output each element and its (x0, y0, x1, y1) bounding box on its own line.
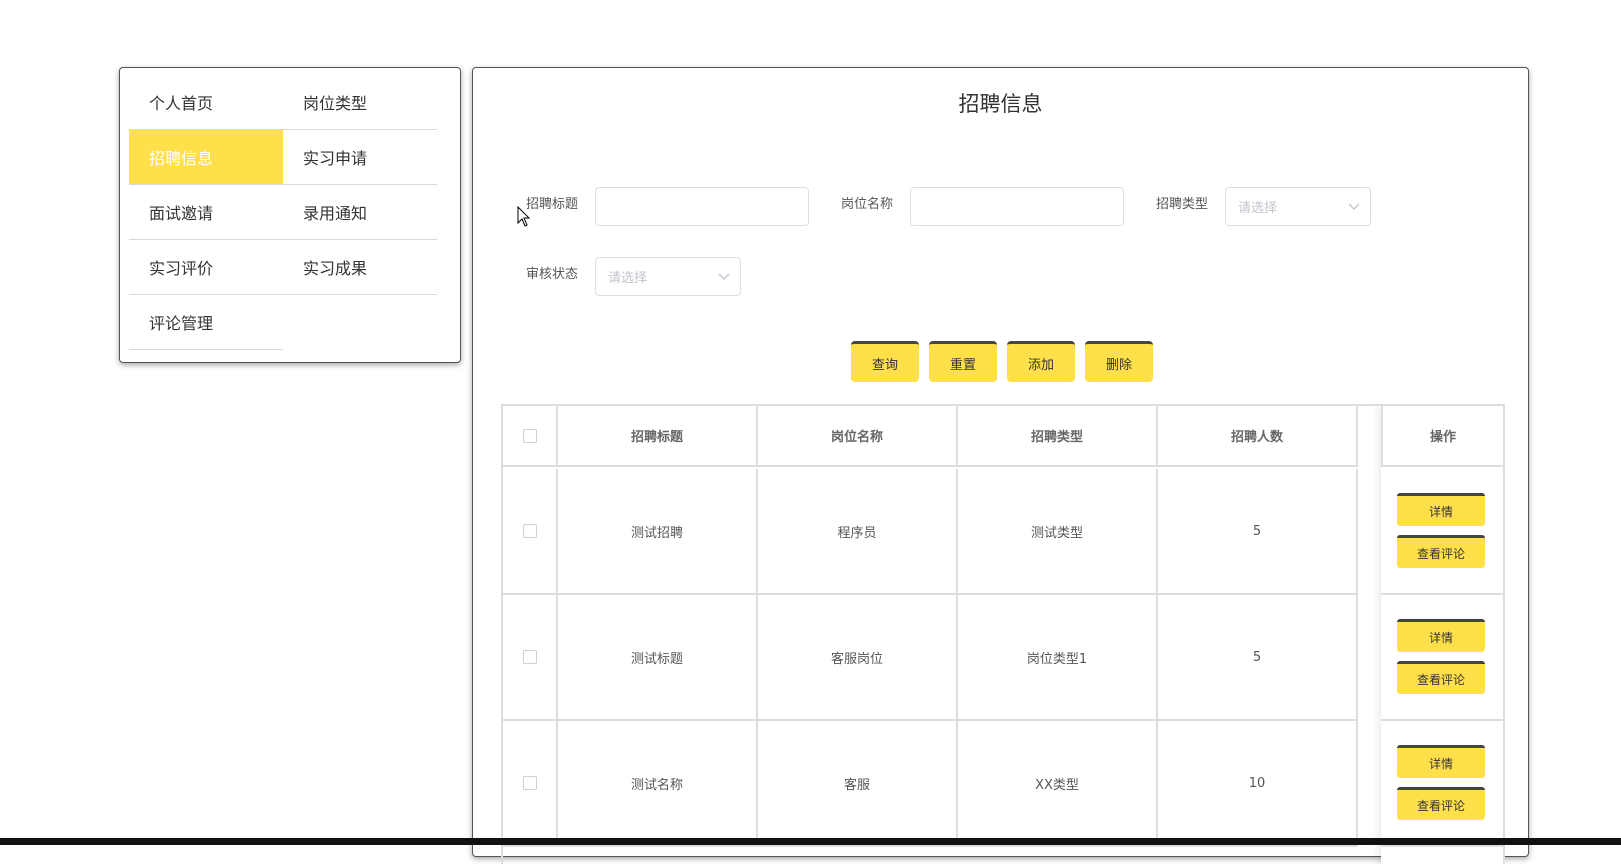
cell-position: 客服岗位 (758, 595, 958, 721)
menu-item-internship-apply[interactable]: 实习申请 (283, 130, 437, 185)
position-input[interactable] (910, 187, 1124, 226)
menu-item-evaluation[interactable]: 实习评价 (129, 240, 283, 295)
view-comments-button[interactable]: 查看评论 (1397, 535, 1485, 568)
chevron-down-icon (1348, 203, 1360, 210)
main-panel: 招聘信息 招聘标题 岗位名称 招聘类型 请选择 审核状态 请选择 查询 重置 添… (472, 67, 1529, 864)
reset-button[interactable]: 重置 (929, 341, 997, 382)
select-all-checkbox[interactable] (522, 428, 537, 443)
cell-position: 程序员 (758, 469, 958, 595)
cell-count: 10 (1158, 721, 1358, 847)
cell-type: 测试类型 (958, 469, 1158, 595)
query-button[interactable]: 查询 (851, 341, 919, 382)
cell-count: 5 (1158, 595, 1358, 721)
cell-type: 岗位类型1 (958, 595, 1158, 721)
menu-item-job-types[interactable]: 岗位类型 (283, 75, 437, 130)
side-menu: 个人首页 岗位类型 招聘信息 实习申请 面试邀请 录用通知 实习评价 实习成果 … (119, 67, 461, 363)
type-label: 招聘类型 (1156, 197, 1209, 212)
cell-count: 5 (1158, 469, 1358, 595)
type-select[interactable]: 请选择 (1225, 187, 1371, 226)
menu-item-comments[interactable]: 评论管理 (129, 295, 283, 350)
table-row (503, 595, 558, 721)
detail-button[interactable]: 详情 (1397, 493, 1485, 526)
cell-type: XX类型 (958, 721, 1158, 847)
menu-item-recruitment[interactable]: 招聘信息 (129, 130, 283, 185)
status-label: 审核状态 (526, 267, 579, 282)
actions-cell: 详情 查看评论 (1381, 721, 1503, 847)
status-select[interactable]: 请选择 (595, 257, 741, 296)
recruitment-table: 招聘标题 岗位名称 招聘类型 招聘人数 测试招聘 程序员 测试类型 5 测试标题… (501, 404, 1505, 864)
position-label: 岗位名称 (841, 197, 894, 212)
menu-item-home[interactable]: 个人首页 (129, 75, 283, 130)
table-header-actions: 操作 (1381, 406, 1503, 467)
table-header-select (503, 406, 558, 467)
table-header-title: 招聘标题 (558, 406, 758, 467)
row-checkbox[interactable] (522, 524, 537, 538)
actions-cell: 详情 查看评论 (1381, 595, 1503, 721)
cell-title: 测试名称 (558, 721, 758, 847)
row-checkbox[interactable] (522, 650, 537, 664)
menu-item-interview[interactable]: 面试邀请 (129, 185, 283, 240)
cell-title: 测试招聘 (558, 469, 758, 595)
cell-title: 测试标题 (558, 595, 758, 721)
actions-cell: 详情 查看评论 (1381, 469, 1503, 595)
table-header-count: 招聘人数 (1158, 406, 1358, 467)
mouse-cursor-icon (517, 206, 531, 227)
add-button[interactable]: 添加 (1007, 341, 1075, 382)
table-row (503, 469, 558, 595)
page-title: 招聘信息 (958, 92, 1043, 116)
operations-column: 操作 详情 查看评论 详情 查看评论 详情 查看评论 (1381, 406, 1503, 864)
delete-button[interactable]: 删除 (1085, 341, 1153, 382)
menu-item-offer[interactable]: 录用通知 (283, 185, 437, 240)
view-comments-button[interactable]: 查看评论 (1397, 787, 1485, 820)
view-comments-button[interactable]: 查看评论 (1397, 661, 1485, 694)
menu-item-results[interactable]: 实习成果 (283, 240, 437, 295)
detail-button[interactable]: 详情 (1397, 619, 1485, 652)
type-select-placeholder: 请选择 (1238, 201, 1278, 216)
chevron-down-icon (718, 273, 730, 280)
detail-button[interactable]: 详情 (1397, 745, 1485, 778)
row-checkbox[interactable] (522, 776, 537, 790)
title-input[interactable] (595, 187, 809, 226)
bottom-bar (0, 838, 1621, 845)
status-select-placeholder: 请选择 (608, 271, 648, 286)
title-label: 招聘标题 (526, 197, 579, 212)
table-header-type: 招聘类型 (958, 406, 1158, 467)
table-header-position: 岗位名称 (758, 406, 958, 467)
cell-position: 客服 (758, 721, 958, 847)
table-row (503, 721, 558, 847)
